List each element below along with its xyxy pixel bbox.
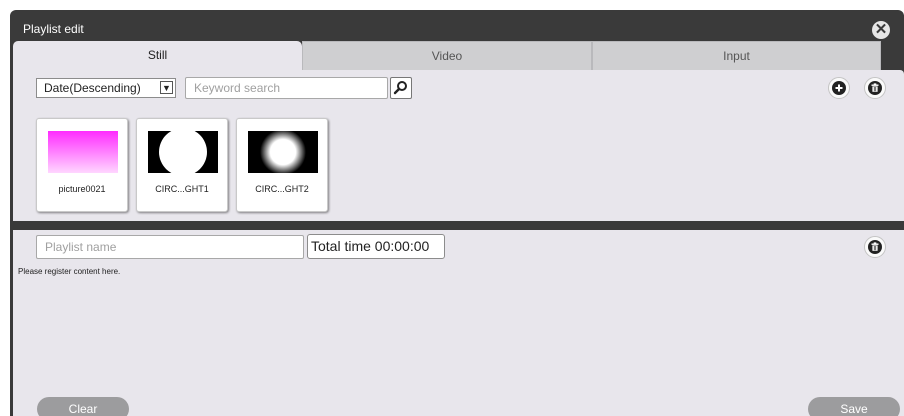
content-item[interactable]: picture0021 [36, 118, 128, 212]
circle-thumbnail [148, 131, 218, 173]
keyword-search-input[interactable]: Keyword search [185, 77, 388, 99]
content-item-label: picture0021 [58, 184, 106, 194]
content-item-label: CIRC...GHT2 [255, 184, 309, 194]
trash-icon[interactable] [864, 77, 886, 99]
clear-button[interactable]: Clear [37, 397, 129, 416]
total-time-display: Total time 00:00:00 [307, 234, 445, 259]
content-library-panel: Date(Descending) ▼ Keyword search pictur… [13, 70, 904, 221]
content-item-label: CIRC...GHT1 [155, 184, 209, 194]
soft-circle-thumbnail [248, 131, 318, 173]
sort-selected-value: Date(Descending) [44, 81, 141, 95]
content-item[interactable]: CIRC...GHT1 [136, 118, 228, 212]
sort-select[interactable]: Date(Descending) ▼ [36, 78, 176, 98]
close-icon[interactable]: ✕ [872, 21, 890, 39]
playlist-name-input[interactable]: Playlist name [36, 235, 304, 259]
trash-icon[interactable] [864, 236, 886, 258]
search-icon[interactable] [390, 77, 412, 99]
title-bar: Playlist edit ✕ [10, 10, 904, 40]
save-button[interactable]: Save [808, 397, 900, 416]
plus-circle-icon[interactable] [828, 77, 850, 99]
register-hint: Please register content here. [18, 267, 121, 276]
content-item[interactable]: CIRC...GHT2 [236, 118, 328, 212]
tab-input[interactable]: Input [592, 41, 881, 70]
tab-video[interactable]: Video [302, 41, 592, 70]
playlist-edit-dialog: Playlist edit ✕ Still Video Input Date(D… [10, 10, 904, 416]
playlist-panel: Playlist name Total time 00:00:00 Please… [13, 230, 904, 416]
dialog-title: Playlist edit [23, 22, 84, 36]
tab-still[interactable]: Still [13, 41, 302, 70]
chevron-down-icon[interactable]: ▼ [160, 81, 173, 94]
magenta-gradient-thumbnail [48, 131, 118, 173]
